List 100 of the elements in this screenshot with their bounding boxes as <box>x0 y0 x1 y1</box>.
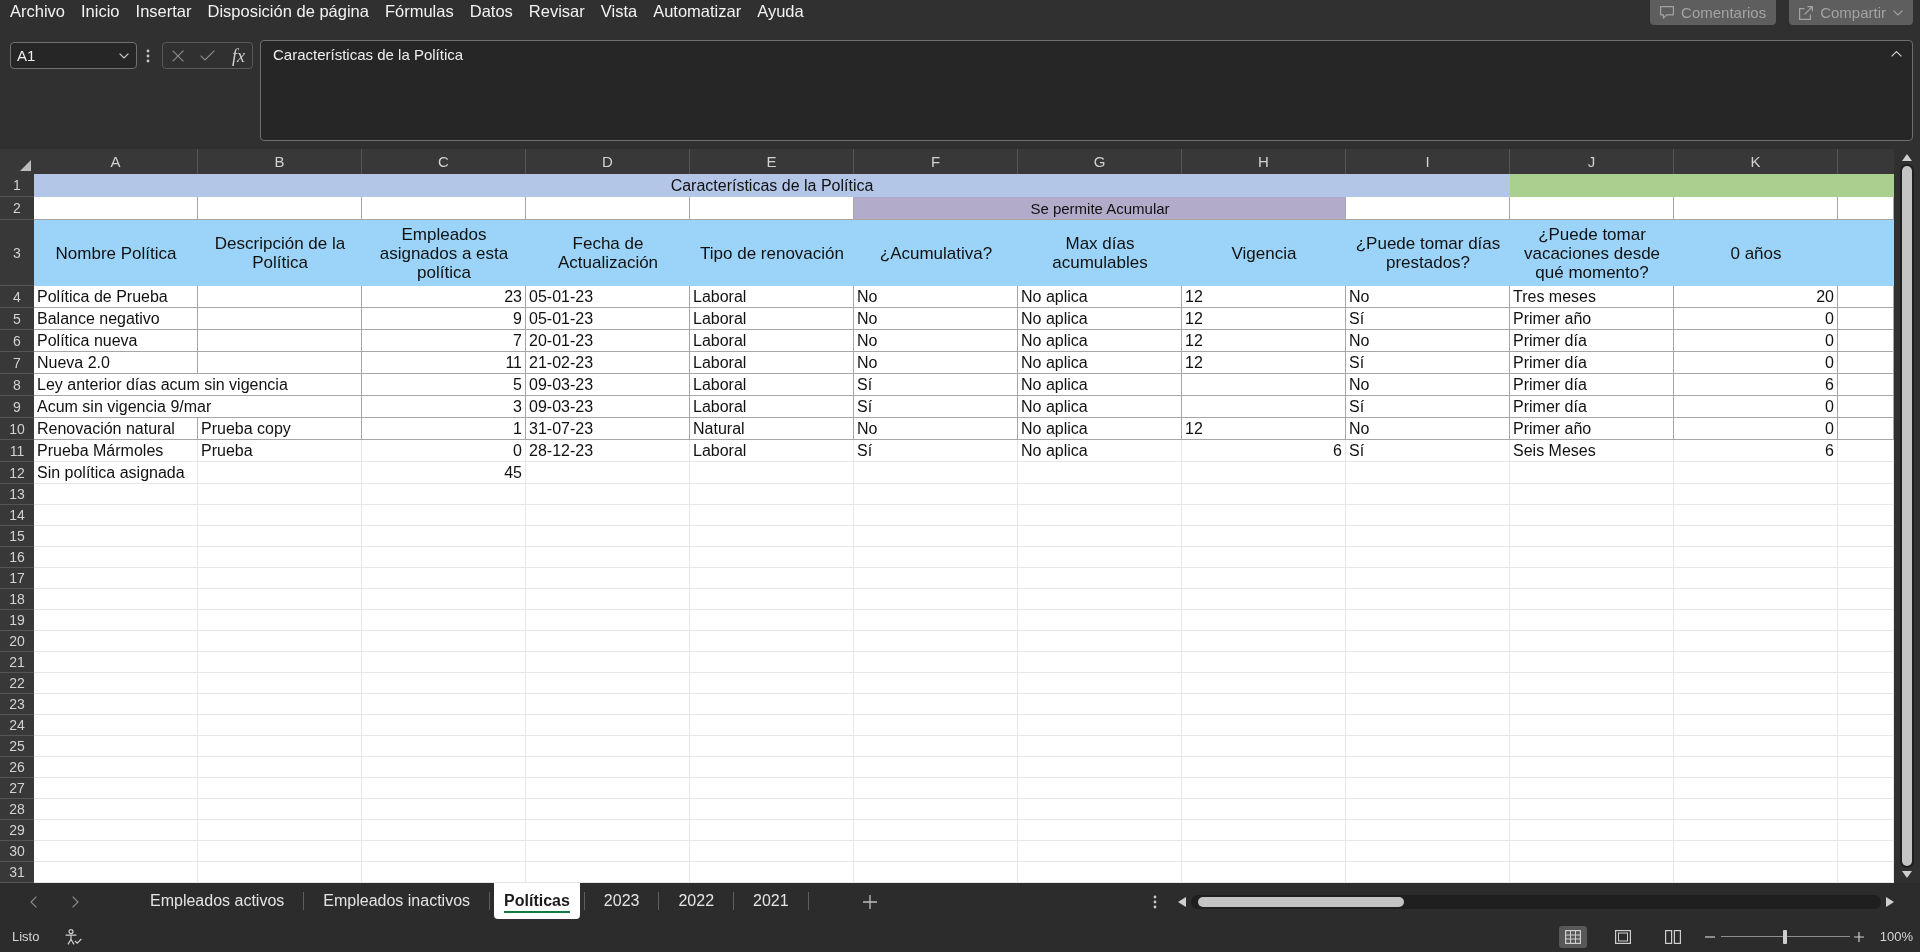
table-cell: 0 <box>1825 353 1834 372</box>
sheet-tab[interactable]: 2021 <box>734 883 808 919</box>
row-header[interactable]: 22 <box>0 673 34 694</box>
column-heading: ¿Puede tomar vacaciones desde qué momento? <box>1522 224 1662 282</box>
table-cell: No <box>857 419 878 438</box>
column-heading: Fecha de Actualización <box>556 234 660 272</box>
row-header[interactable]: 23 <box>0 694 34 715</box>
page-layout-icon <box>1614 929 1631 944</box>
chevron-left-icon[interactable] <box>30 896 37 908</box>
person-check-icon[interactable] <box>65 928 83 945</box>
check-icon[interactable] <box>200 50 215 61</box>
table-cell: Sí <box>857 375 873 394</box>
triangle-left-icon[interactable] <box>1178 897 1186 907</box>
triangle-down-icon[interactable] <box>1902 871 1912 878</box>
view-button[interactable] <box>1558 925 1587 948</box>
menu-item[interactable]: Automatizar <box>653 0 742 23</box>
row-header[interactable]: 2 <box>0 197 34 220</box>
row-header[interactable]: 11 <box>0 440 34 462</box>
sheet-tab[interactable]: 2023 <box>584 883 659 919</box>
table-cell: 0 <box>513 441 522 460</box>
chevron-down-icon[interactable] <box>119 52 129 59</box>
table-cell: No <box>1349 331 1370 350</box>
insert-function-button[interactable]: fx <box>231 45 246 66</box>
row-header[interactable]: 29 <box>0 820 34 841</box>
menu-item[interactable]: Revisar <box>528 0 585 23</box>
table-cell: Laboral <box>693 397 747 416</box>
row-header[interactable]: 14 <box>0 505 34 526</box>
chevron-up-icon[interactable] <box>1891 51 1902 57</box>
row-header[interactable]: 30 <box>0 841 34 862</box>
status-text: Listo <box>12 929 40 944</box>
column-heading: Vigencia <box>1231 243 1297 263</box>
column-heading: Descripción de la Política <box>213 234 347 272</box>
menu-item[interactable]: Datos <box>469 0 513 23</box>
row-header[interactable]: 26 <box>0 757 34 778</box>
table-cell: No <box>857 287 878 306</box>
formula-input[interactable]: Características de la Política <box>260 40 1913 141</box>
speech-bubble-icon <box>1660 6 1675 19</box>
column-heading: 0 años <box>1730 243 1782 263</box>
table-cell: Renovación natural <box>37 419 175 438</box>
table-cell: Sin política asignada <box>37 463 185 482</box>
row-header[interactable]: 21 <box>0 652 34 673</box>
row-header[interactable]: 10 <box>0 418 34 440</box>
slider-thumb[interactable] <box>1783 929 1788 944</box>
row-header[interactable]: 28 <box>0 799 34 820</box>
more-vertical-icon[interactable] <box>1153 895 1157 909</box>
name-box[interactable]: A1 <box>10 42 137 69</box>
table-cell: 6 <box>1333 441 1342 460</box>
scrollbar-thumb[interactable] <box>1198 897 1404 907</box>
menu-item[interactable]: Archivo <box>10 0 66 23</box>
plus-icon[interactable] <box>1853 931 1864 942</box>
row-header[interactable]: 19 <box>0 610 34 631</box>
menu-item[interactable]: Insertar <box>135 0 192 23</box>
table-cell: Primer día <box>1513 353 1587 372</box>
row-header[interactable]: 16 <box>0 547 34 568</box>
chevron-down-icon <box>1893 9 1903 16</box>
row-header[interactable]: 12 <box>0 462 34 484</box>
menu-item[interactable]: Disposición de página <box>207 0 369 23</box>
row-header[interactable]: 8 <box>0 374 34 396</box>
sheet-tab[interactable]: Empleados activos <box>131 883 304 919</box>
row-header[interactable]: 5 <box>0 308 34 330</box>
row-header[interactable]: 25 <box>0 736 34 757</box>
chevron-right-icon[interactable] <box>72 896 79 908</box>
table-cell: No aplica <box>1021 441 1088 460</box>
table-cell: 11 <box>505 353 522 372</box>
sheet-tab[interactable]: Políticas <box>494 883 580 919</box>
row-header[interactable]: 17 <box>0 568 34 589</box>
triangle-right-icon[interactable] <box>1886 897 1894 907</box>
minus-icon[interactable] <box>1704 935 1715 938</box>
row-header[interactable]: 24 <box>0 715 34 736</box>
sheet-tab[interactable]: 2022 <box>659 883 734 919</box>
column-heading: Tipo de renovación <box>700 243 844 263</box>
table-cell: Laboral <box>693 309 747 328</box>
menu-item[interactable]: Vista <box>600 0 638 23</box>
row-header[interactable]: 15 <box>0 526 34 547</box>
menu-item[interactable]: Fórmulas <box>384 0 454 23</box>
table-cell: 23 <box>504 287 522 306</box>
table-cell: 28-12-23 <box>529 441 594 460</box>
row-header[interactable]: 13 <box>0 484 34 505</box>
table-cell: 12 <box>1185 353 1203 372</box>
row-header[interactable]: 18 <box>0 589 34 610</box>
sheet-tab[interactable]: Empleados inactivos <box>304 883 490 919</box>
plus-icon[interactable] <box>862 895 877 909</box>
cancel-icon[interactable] <box>172 49 184 62</box>
row-header[interactable]: 9 <box>0 396 34 418</box>
table-cell: No aplica <box>1021 331 1088 350</box>
select-all-icon[interactable] <box>20 160 31 171</box>
table-cell: 05-01-23 <box>529 309 594 328</box>
row-header[interactable]: 20 <box>0 631 34 652</box>
table-cell: No <box>1349 375 1370 394</box>
more-vertical-icon[interactable] <box>146 49 150 63</box>
table-cell: Sí <box>1349 441 1365 460</box>
table-cell: No aplica <box>1021 309 1088 328</box>
row-header[interactable]: 4 <box>0 286 34 308</box>
row-header[interactable]: 27 <box>0 778 34 799</box>
row-header[interactable]: 6 <box>0 330 34 352</box>
table-cell: 12 <box>1185 331 1203 350</box>
triangle-up-icon[interactable] <box>1902 154 1912 161</box>
menu-item[interactable]: Ayuda <box>757 0 804 23</box>
menu-item[interactable]: Inicio <box>81 0 120 23</box>
row-header[interactable]: 7 <box>0 352 34 374</box>
